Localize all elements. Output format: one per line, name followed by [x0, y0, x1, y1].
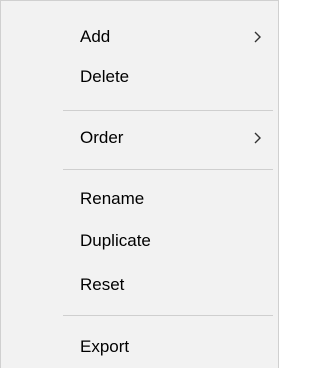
menu-item-add[interactable]: Add: [1, 18, 278, 56]
menu-item-export-label: Export: [80, 337, 130, 356]
menu-item-reset-label: Reset: [80, 275, 125, 294]
menu-item-duplicate[interactable]: Duplicate: [1, 222, 278, 260]
menu-item-delete[interactable]: Delete: [1, 58, 278, 96]
menu-item-add-label: Add: [80, 27, 111, 46]
menu-separator: [63, 169, 273, 170]
menu-item-order-label: Order: [80, 128, 124, 147]
menu-item-rename-label: Rename: [80, 189, 145, 208]
menu-item-export[interactable]: Export: [1, 328, 278, 366]
menu-item-duplicate-label: Duplicate: [80, 231, 151, 250]
menu-item-reset[interactable]: Reset: [1, 266, 278, 304]
menu-item-delete-label: Delete: [80, 67, 130, 86]
menu-item-rename[interactable]: Rename: [1, 180, 278, 218]
chevron-right-icon: [252, 29, 264, 45]
menu-separator: [63, 110, 273, 111]
menu-separator: [63, 315, 273, 316]
menu-item-order[interactable]: Order: [1, 119, 278, 157]
context-menu: Add Delete Order Rename Duplicate Reset …: [0, 0, 279, 368]
chevron-right-icon: [252, 130, 264, 146]
